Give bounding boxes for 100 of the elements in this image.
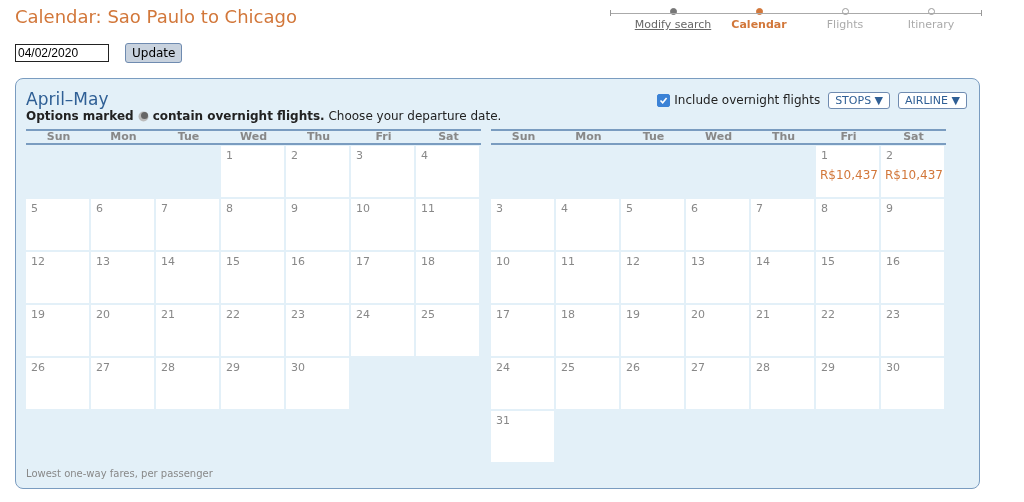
day-cell[interactable]: 26 bbox=[26, 358, 89, 409]
day-number: 1 bbox=[821, 149, 829, 162]
note-text: Options marked bbox=[26, 109, 134, 123]
day-cell[interactable]: 30 bbox=[286, 358, 349, 409]
day-cell[interactable]: 20 bbox=[91, 305, 154, 356]
day-cell[interactable]: 6 bbox=[91, 199, 154, 250]
day-cell[interactable]: 27 bbox=[91, 358, 154, 409]
day-cell[interactable]: 11 bbox=[416, 199, 479, 250]
day-number: 6 bbox=[96, 202, 104, 215]
day-cell[interactable]: 9 bbox=[286, 199, 349, 250]
day-cell[interactable]: 12 bbox=[621, 252, 684, 303]
day-cell[interactable]: 3 bbox=[491, 199, 554, 250]
day-number: 8 bbox=[821, 202, 829, 215]
day-cell[interactable]: 19 bbox=[26, 305, 89, 356]
day-cell[interactable]: 7 bbox=[156, 199, 219, 250]
day-number: 27 bbox=[96, 361, 111, 374]
day-cell[interactable]: 7 bbox=[751, 199, 814, 250]
day-cell[interactable]: 24 bbox=[351, 305, 414, 356]
day-cell[interactable]: 19 bbox=[621, 305, 684, 356]
day-cell[interactable]: 17 bbox=[491, 305, 554, 356]
day-cell[interactable]: 16 bbox=[286, 252, 349, 303]
day-cell[interactable]: 14 bbox=[751, 252, 814, 303]
step-label[interactable]: Modify search bbox=[634, 18, 712, 31]
day-number: 15 bbox=[226, 255, 241, 268]
day-cell[interactable]: 13 bbox=[686, 252, 749, 303]
day-cell[interactable]: 15 bbox=[816, 252, 879, 303]
day-cell[interactable]: 12 bbox=[26, 252, 89, 303]
day-cell[interactable]: 3 bbox=[351, 146, 414, 197]
day-cell[interactable]: 1 bbox=[221, 146, 284, 197]
day-cell[interactable]: 5 bbox=[26, 199, 89, 250]
weekday-label: Sun bbox=[45, 131, 72, 143]
day-number: 20 bbox=[96, 308, 111, 321]
day-number: 20 bbox=[691, 308, 706, 321]
checkbox-label[interactable]: Include overnight flights bbox=[674, 93, 821, 107]
day-cell[interactable]: 13 bbox=[91, 252, 154, 303]
day-cell[interactable]: 23 bbox=[881, 305, 944, 356]
date-field[interactable]: 04/02/2020 bbox=[15, 44, 109, 62]
note-text: contain overnight flights. Choose your departure date. bbox=[152, 109, 502, 123]
weekday-label: Tue bbox=[641, 131, 666, 143]
day-cell[interactable]: 8 bbox=[221, 199, 284, 250]
day-cell[interactable]: 1 R$10,437 bbox=[816, 146, 879, 197]
day-cell[interactable]: 25 bbox=[556, 358, 619, 409]
day-number: 12 bbox=[626, 255, 641, 268]
day-cell[interactable]: 24 bbox=[491, 358, 554, 409]
filter-dropdown[interactable]: AIRLINE ▼ bbox=[898, 91, 967, 109]
day-cell[interactable]: 18 bbox=[416, 252, 479, 303]
day-cell[interactable]: 4 bbox=[556, 199, 619, 250]
weekday-label: Sun bbox=[510, 131, 537, 143]
day-cell[interactable]: 14 bbox=[156, 252, 219, 303]
day-cell[interactable]: 30 bbox=[881, 358, 944, 409]
day-number: 15 bbox=[821, 255, 836, 268]
weekday-label: Fri bbox=[374, 131, 393, 143]
day-cell[interactable]: 16 bbox=[881, 252, 944, 303]
day-cell[interactable]: 15 bbox=[221, 252, 284, 303]
day-cell[interactable]: 27 bbox=[686, 358, 749, 409]
day-number: 4 bbox=[421, 149, 429, 162]
day-number: 16 bbox=[886, 255, 901, 268]
day-cell[interactable]: 11 bbox=[556, 252, 619, 303]
day-cell[interactable]: 6 bbox=[686, 199, 749, 250]
day-cell[interactable]: 5 bbox=[621, 199, 684, 250]
day-cell[interactable]: 31 bbox=[491, 411, 554, 462]
day-cell[interactable]: 2 R$10,437 bbox=[881, 146, 944, 197]
weekday-label: Mon bbox=[109, 131, 138, 143]
day-cell[interactable]: 4 bbox=[416, 146, 479, 197]
day-number: 31 bbox=[496, 414, 511, 427]
day-number: 28 bbox=[161, 361, 176, 374]
panel-heading: April–May bbox=[26, 89, 110, 109]
day-number: 13 bbox=[96, 255, 111, 268]
weekday-label: Fri bbox=[839, 131, 858, 143]
day-cell[interactable]: 2 bbox=[286, 146, 349, 197]
day-cell[interactable]: 21 bbox=[751, 305, 814, 356]
day-cell[interactable]: 22 bbox=[816, 305, 879, 356]
overnight-checkbox[interactable] bbox=[657, 93, 671, 107]
day-number: 7 bbox=[756, 202, 764, 215]
day-cell[interactable]: 28 bbox=[751, 358, 814, 409]
footer-note: Lowest one-way fares, per passenger bbox=[26, 468, 213, 479]
step-label: Flights bbox=[826, 18, 864, 31]
filter-dropdown[interactable]: STOPS ▼ bbox=[828, 91, 891, 109]
day-cell[interactable]: 18 bbox=[556, 305, 619, 356]
day-cell[interactable]: 10 bbox=[491, 252, 554, 303]
day-cell[interactable]: 21 bbox=[156, 305, 219, 356]
day-cell[interactable]: 22 bbox=[221, 305, 284, 356]
day-cell[interactable]: 29 bbox=[816, 358, 879, 409]
day-cell[interactable]: 20 bbox=[686, 305, 749, 356]
day-cell[interactable]: 25 bbox=[416, 305, 479, 356]
day-number: 10 bbox=[496, 255, 511, 268]
day-cell[interactable]: 29 bbox=[221, 358, 284, 409]
day-cell[interactable]: 17 bbox=[351, 252, 414, 303]
day-number: 26 bbox=[626, 361, 641, 374]
day-number: 16 bbox=[291, 255, 306, 268]
day-cell[interactable]: 10 bbox=[351, 199, 414, 250]
day-number: 5 bbox=[626, 202, 634, 215]
day-cell[interactable]: 28 bbox=[156, 358, 219, 409]
day-cell[interactable]: 23 bbox=[286, 305, 349, 356]
day-cell[interactable]: 8 bbox=[816, 199, 879, 250]
update-button[interactable]: Update bbox=[125, 43, 183, 63]
day-cell[interactable]: 26 bbox=[621, 358, 684, 409]
page-title: Calendar: Sao Paulo to Chicago bbox=[15, 6, 297, 27]
day-number: 19 bbox=[31, 308, 46, 321]
day-cell[interactable]: 9 bbox=[881, 199, 944, 250]
